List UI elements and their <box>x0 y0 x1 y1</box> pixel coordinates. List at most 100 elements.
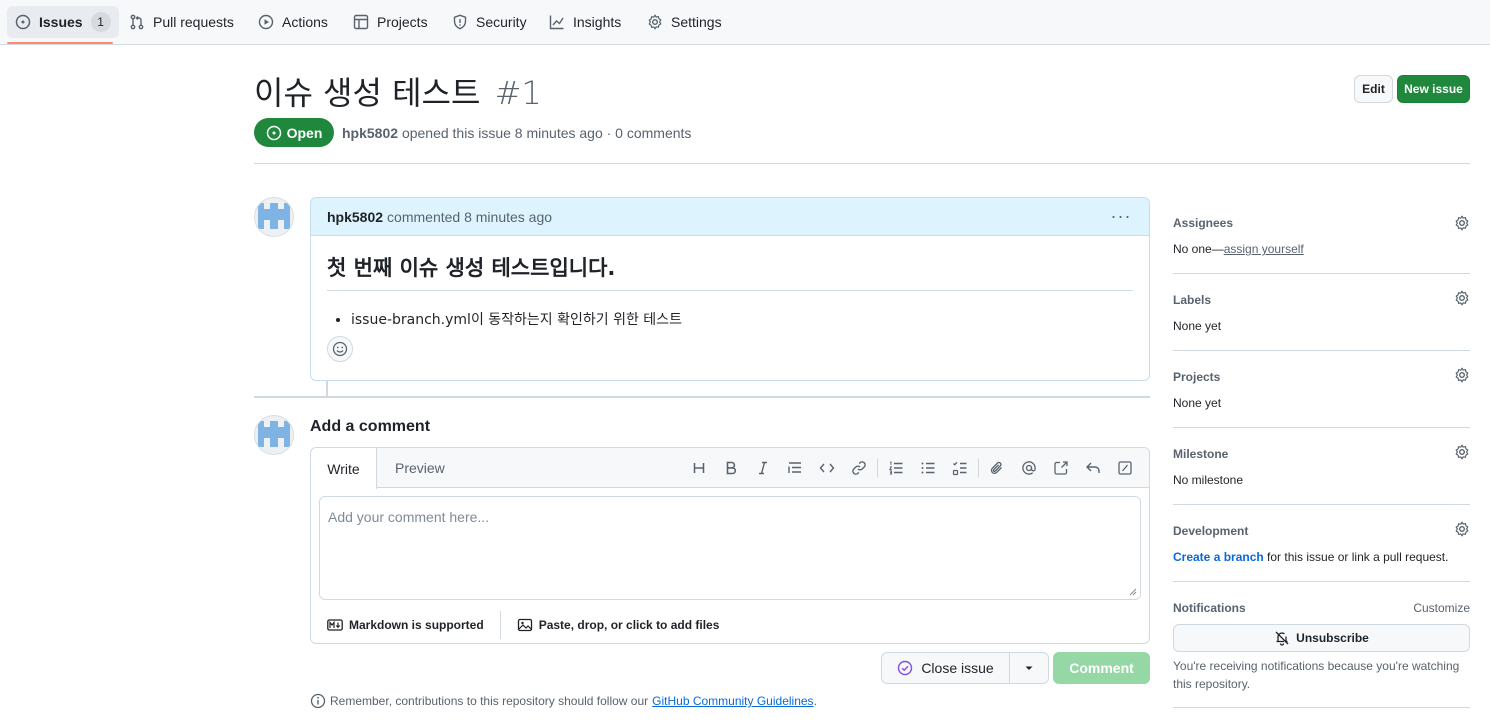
tab-write[interactable]: Write <box>311 448 377 489</box>
guidelines-link[interactable]: GitHub Community Guidelines <box>652 694 813 708</box>
comment-placeholder: Add your comment here... <box>328 509 490 525</box>
tab-settings[interactable]: Settings <box>639 6 730 38</box>
sidebar-development: Development Create a branch for this iss… <box>1173 505 1470 582</box>
resize-handle-icon[interactable] <box>1129 588 1137 596</box>
development-value: Create a branch for this issue or link a… <box>1173 550 1448 564</box>
comment-meta: commented 8 minutes ago <box>387 208 553 225</box>
slash-commands-icon[interactable] <box>1109 456 1141 480</box>
triangle-down-icon <box>1025 666 1033 670</box>
tab-insights[interactable]: Insights <box>541 6 629 38</box>
gear-icon[interactable] <box>1454 367 1470 383</box>
kebab-menu-icon[interactable]: ··· <box>1109 206 1133 226</box>
play-icon <box>258 14 274 30</box>
tab-security-label: Security <box>476 14 527 30</box>
markdown-note: Markdown is supported <box>349 617 484 632</box>
italic-icon[interactable] <box>747 456 779 480</box>
header-divider <box>254 163 1470 164</box>
sidebar-notifications: Notifications Customize Unsubscribe You'… <box>1173 582 1470 708</box>
comment-author-link[interactable]: hpk5802 <box>327 209 383 225</box>
issue-opened-icon <box>15 14 31 30</box>
git-pull-request-icon <box>130 14 144 30</box>
gear-icon[interactable] <box>1454 290 1470 306</box>
avatar[interactable] <box>254 415 294 455</box>
active-tab-indicator <box>7 42 113 44</box>
tab-issues-label: Issues <box>39 14 83 30</box>
toolbar-divider <box>877 459 878 477</box>
heading-icon[interactable] <box>683 456 715 480</box>
assignees-none: No one— <box>1173 242 1224 256</box>
comment-editor: Write Preview Add your comment here... M… <box>310 447 1150 644</box>
tab-actions-label: Actions <box>282 14 328 30</box>
add-reaction-button[interactable] <box>327 336 353 362</box>
reply-icon[interactable] <box>1077 456 1109 480</box>
bold-icon[interactable] <box>715 456 747 480</box>
gear-icon <box>648 14 662 30</box>
add-comment-heading: Add a comment <box>310 418 431 435</box>
comment-header: hpk5802 commented 8 minutes ago ··· <box>311 198 1149 236</box>
gear-icon[interactable] <box>1454 521 1470 537</box>
unsubscribe-label: Unsubscribe <box>1296 631 1369 645</box>
issue-meta-text: opened this issue 8 minutes ago · 0 comm… <box>401 125 692 141</box>
table-icon <box>353 14 369 30</box>
timeline-line <box>326 381 328 396</box>
tab-preview[interactable]: Preview <box>395 448 445 488</box>
issue-number: #1 <box>494 74 542 112</box>
tab-pull-requests-label: Pull requests <box>153 14 234 30</box>
avatar[interactable] <box>254 197 294 237</box>
unsubscribe-button[interactable]: Unsubscribe <box>1173 624 1470 652</box>
smiley-icon <box>332 341 348 357</box>
tab-actions[interactable]: Actions <box>250 6 336 38</box>
quote-icon[interactable] <box>779 456 811 480</box>
status-badge: Open <box>254 118 334 147</box>
gear-icon[interactable] <box>1454 444 1470 460</box>
customize-link[interactable]: Customize <box>1413 601 1470 615</box>
tab-projects[interactable]: Projects <box>345 6 436 38</box>
labels-label: Labels <box>1173 293 1212 307</box>
notifications-note: You're receiving notifications because y… <box>1173 659 1460 691</box>
info-icon <box>310 693 326 709</box>
link-icon[interactable] <box>843 456 875 480</box>
markdown-supported-link[interactable]: Markdown is supported <box>327 617 484 633</box>
ordered-list-icon[interactable] <box>880 456 912 480</box>
comment-textarea[interactable]: Add your comment here... <box>319 496 1141 600</box>
guidelines-note: Remember, contributions to this reposito… <box>310 693 817 709</box>
code-icon[interactable] <box>811 456 843 480</box>
milestone-value: No milestone <box>1173 473 1244 487</box>
editor-footer: Markdown is supported Paste, drop, or cl… <box>311 606 1149 643</box>
close-issue-group: Close issue <box>881 652 1049 684</box>
comment-button[interactable]: Comment <box>1053 652 1150 684</box>
create-branch-link[interactable]: Create a branch <box>1173 550 1264 564</box>
comment-list: issue-branch.yml이 동작하는지 확인하기 위한 테스트 <box>327 309 1133 329</box>
issue-title-text: 이슈 생성 테스트 <box>254 74 481 112</box>
assign-yourself-link[interactable]: assign yourself <box>1224 242 1304 256</box>
paperclip-icon[interactable] <box>981 456 1013 480</box>
attach-files-button[interactable]: Paste, drop, or click to add files <box>517 617 719 633</box>
tab-security[interactable]: Security <box>444 6 535 38</box>
guidelines-suffix: . <box>813 694 817 708</box>
labels-value: None yet <box>1173 319 1222 333</box>
tab-issues[interactable]: Issues 1 <box>7 6 119 38</box>
cross-reference-icon[interactable] <box>1045 456 1077 480</box>
tab-settings-label: Settings <box>671 14 722 30</box>
markdown-toolbar <box>683 456 1141 480</box>
editor-tabs: Write Preview <box>311 448 1149 489</box>
new-issue-button[interactable]: New issue <box>1397 75 1470 103</box>
tab-pull-requests[interactable]: Pull requests <box>121 6 242 38</box>
projects-value: None yet <box>1173 396 1222 410</box>
unordered-list-icon[interactable] <box>912 456 944 480</box>
identicon <box>258 203 290 229</box>
bell-slash-icon <box>1275 631 1289 646</box>
milestone-label: Milestone <box>1173 447 1229 461</box>
mention-icon[interactable] <box>1013 456 1045 480</box>
gear-icon[interactable] <box>1454 215 1470 231</box>
page-title: 이슈 생성 테스트 #1 <box>254 68 542 114</box>
development-suffix: for this issue or link a pull request. <box>1263 550 1449 564</box>
issue-comment: hpk5802 commented 8 minutes ago ··· 첫 번째… <box>310 197 1150 381</box>
close-issue-dropdown[interactable] <box>1010 653 1048 683</box>
issue-opened-icon <box>266 125 281 140</box>
edit-button[interactable]: Edit <box>1354 75 1393 103</box>
issue-author-link[interactable]: hpk5802 <box>342 125 398 141</box>
task-list-icon[interactable] <box>944 456 976 480</box>
close-issue-button[interactable]: Close issue <box>882 653 1010 683</box>
sidebar-assignees: Assignees No one—assign yourself <box>1173 197 1470 274</box>
